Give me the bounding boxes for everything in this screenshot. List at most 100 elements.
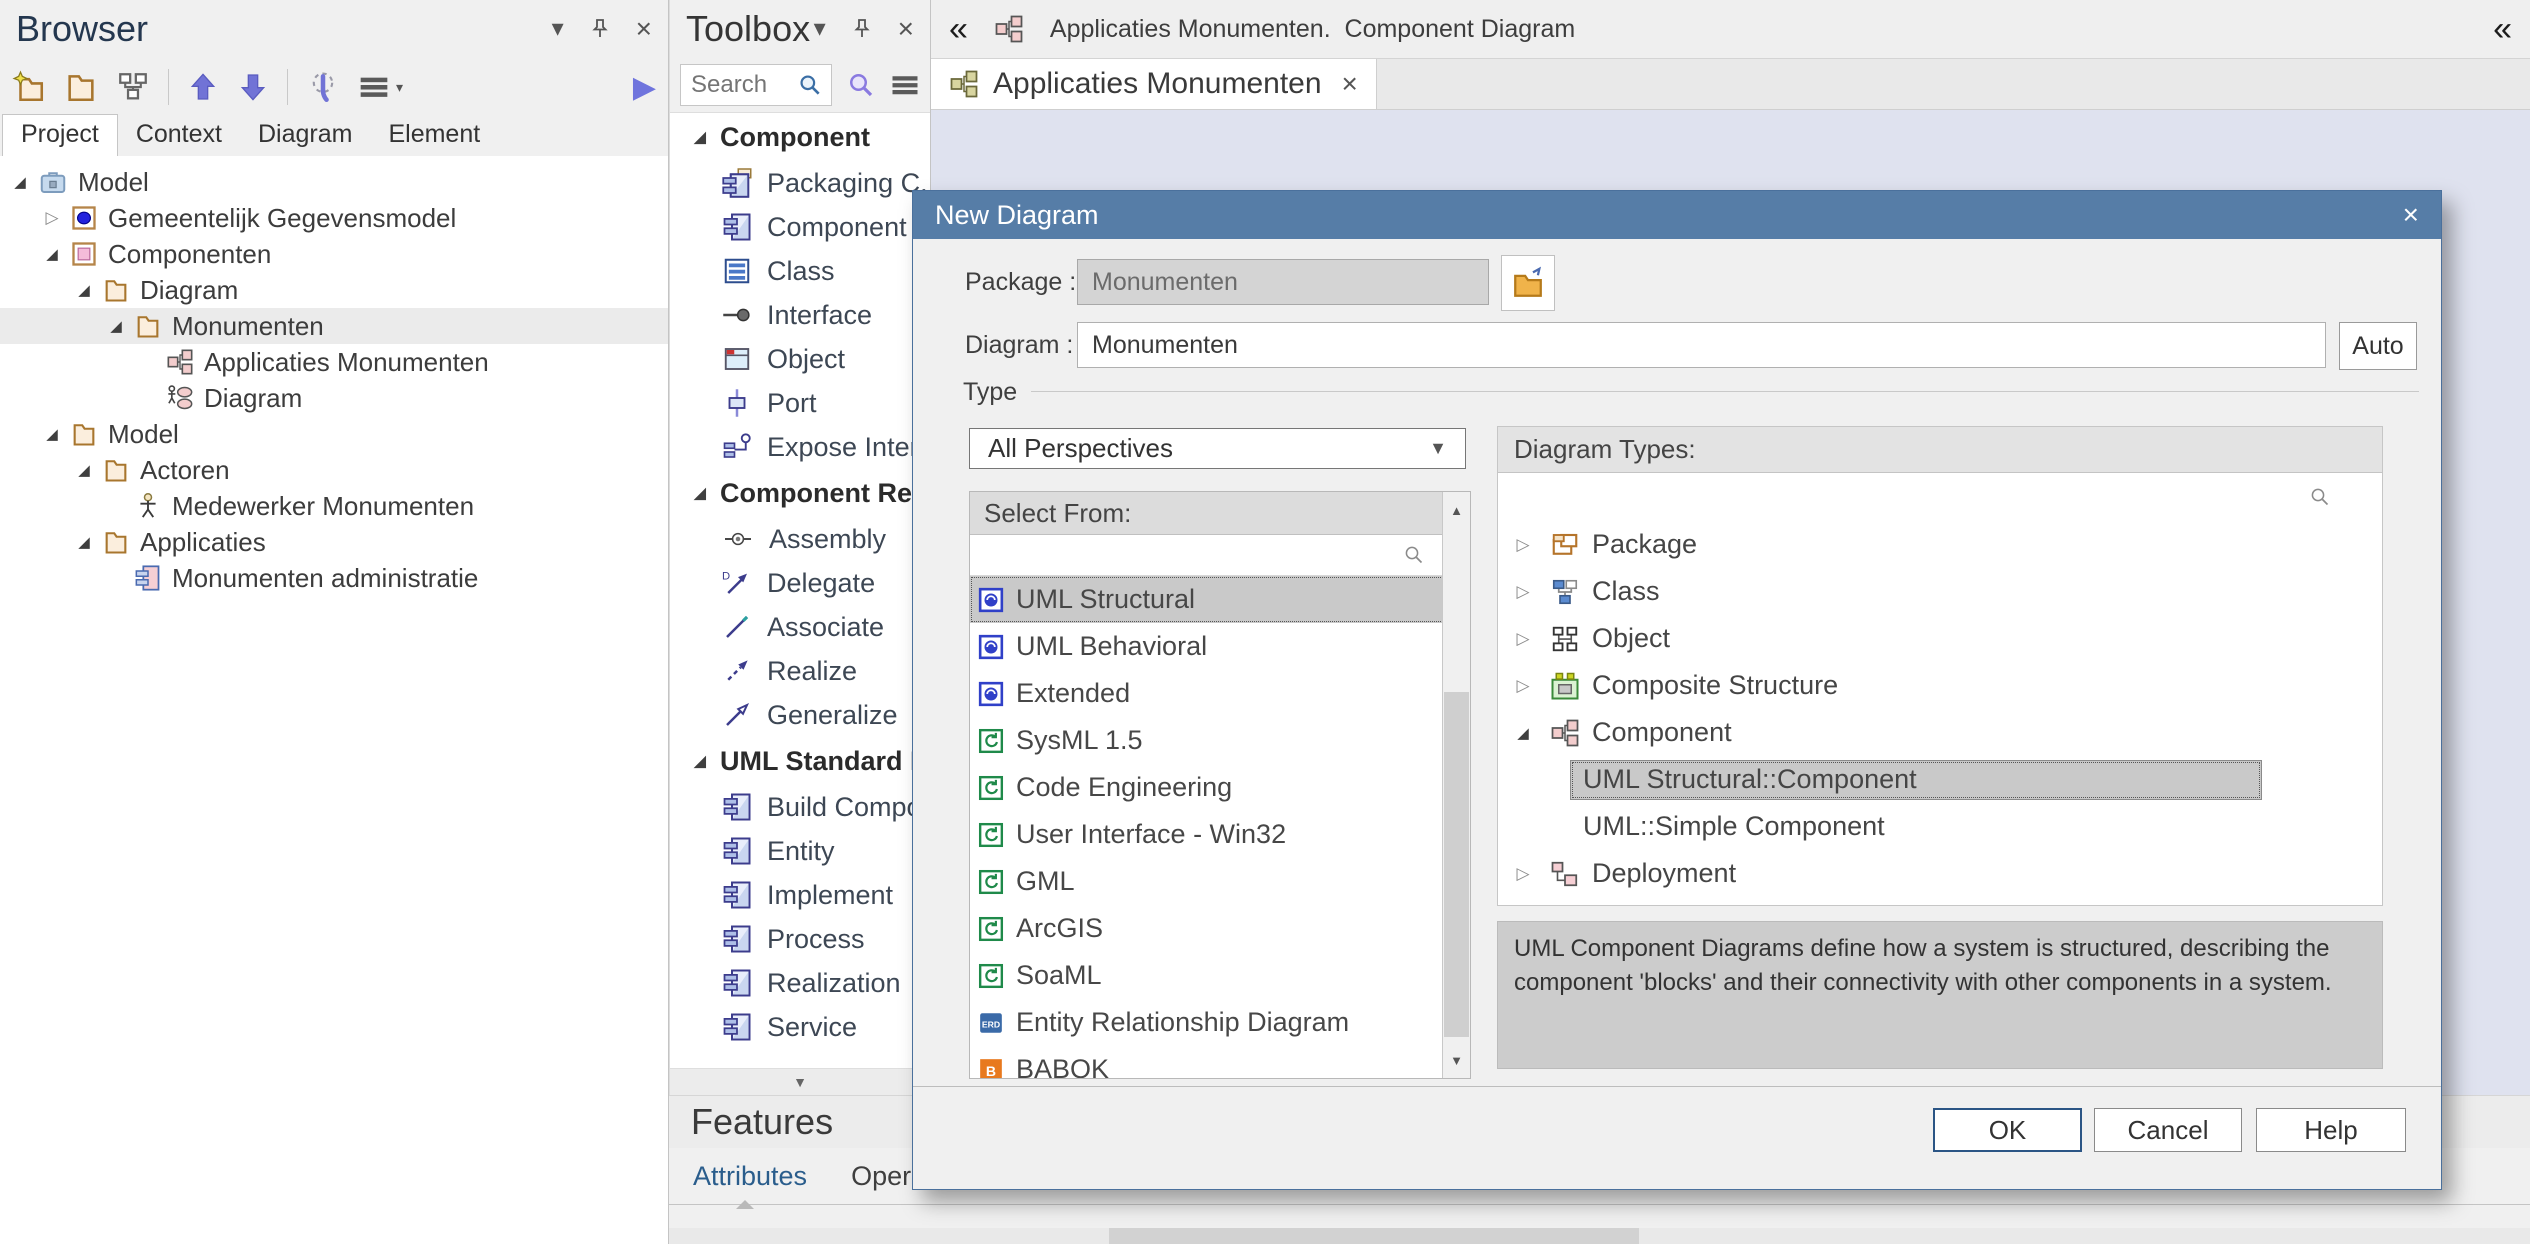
- collapse-icon[interactable]: ▷: [1508, 582, 1538, 602]
- perspective-select[interactable]: All Perspectives ▼: [969, 428, 1466, 469]
- perspective-item-code-engineering[interactable]: Code Engineering: [970, 764, 1470, 811]
- toolbox-item-interface[interactable]: Interface: [670, 293, 930, 337]
- toolbox-scroll-down[interactable]: ▼: [670, 1068, 930, 1095]
- toolbox-search-input[interactable]: [689, 70, 797, 100]
- browser-dropdown-icon[interactable]: ▾: [552, 17, 564, 41]
- auto-button[interactable]: Auto: [2339, 322, 2417, 370]
- toolbox-item-realize[interactable]: Realize: [670, 649, 930, 693]
- browser-tab-element[interactable]: Element: [370, 115, 498, 156]
- toolbox-section-component[interactable]: ◢ Component: [670, 113, 930, 161]
- move-up-icon[interactable]: [187, 71, 219, 103]
- diagram-type-class[interactable]: ▷ Class: [1498, 568, 2382, 615]
- toolbox-section-component-relations[interactable]: ◢ Component Relations: [670, 469, 930, 517]
- toolbox-item-entity[interactable]: Entity: [670, 829, 930, 873]
- expand-icon[interactable]: ◢: [1508, 724, 1538, 742]
- toolbox-pin-icon[interactable]: [850, 17, 874, 41]
- tree-node-monumenten[interactable]: ◢ Monumenten: [0, 308, 668, 344]
- toolbox-item-assembly[interactable]: Assembly: [670, 517, 930, 561]
- collapse-icon[interactable]: ▷: [1508, 629, 1538, 649]
- tree-node-model-root[interactable]: ◢ Model: [0, 164, 668, 200]
- tree-node-diagram-package[interactable]: ◢ Diagram: [0, 272, 668, 308]
- new-diagram-icon[interactable]: [116, 70, 150, 104]
- diagram-type-uml-simple-component[interactable]: UML::Simple Component: [1498, 803, 2382, 850]
- perspective-item-gml[interactable]: GML: [970, 858, 1470, 905]
- chevron-left-icon-right[interactable]: «: [2493, 12, 2512, 46]
- expand-icon[interactable]: ◢: [102, 317, 130, 335]
- scroll-up-icon[interactable]: ▲: [1443, 492, 1470, 528]
- toolbox-item-process[interactable]: Process: [670, 917, 930, 961]
- vertical-scrollbar[interactable]: ▲ ▼: [1442, 492, 1470, 1078]
- toolbox-menu-icon[interactable]: [890, 70, 920, 100]
- hamburger-menu-button[interactable]: ▾: [358, 71, 403, 103]
- diagram-type-uml-structural-component[interactable]: UML Structural::Component: [1498, 756, 2382, 803]
- tree-node-applicaties-monumenten[interactable]: Applicaties Monumenten: [0, 344, 668, 380]
- toolbox-item-delegate[interactable]: Delegate: [670, 561, 930, 605]
- tab-close-icon[interactable]: ×: [1342, 68, 1358, 100]
- toolbox-item-service[interactable]: Service: [670, 1005, 930, 1049]
- diagram-type-package[interactable]: ▷ Package: [1498, 521, 2382, 568]
- expand-icon[interactable]: ◢: [38, 245, 66, 263]
- dialog-close-icon[interactable]: ×: [2403, 199, 2419, 231]
- tree-node-monumenten-administratie[interactable]: Monumenten administratie: [0, 560, 668, 596]
- expand-icon[interactable]: ◢: [70, 461, 98, 479]
- collapse-panel-icon[interactable]: ▶: [633, 70, 656, 105]
- chevron-left-icon[interactable]: «: [949, 12, 968, 46]
- perspective-item-arcgis[interactable]: ArcGIS: [970, 905, 1470, 952]
- tree-node-medewerker[interactable]: Medewerker Monumenten: [0, 488, 668, 524]
- tree-node-componenten[interactable]: ◢ Componenten: [0, 236, 668, 272]
- expand-icon[interactable]: ◢: [70, 533, 98, 551]
- new-package-icon[interactable]: [12, 70, 46, 104]
- tab-applicaties-monumenten[interactable]: Applicaties Monumenten ×: [931, 59, 1377, 109]
- toolbox-item-associate[interactable]: Associate: [670, 605, 930, 649]
- horizontal-scrollbar[interactable]: [669, 1228, 2530, 1244]
- cancel-button[interactable]: Cancel: [2094, 1108, 2242, 1152]
- expand-icon[interactable]: ◢: [38, 425, 66, 443]
- tree-node-diagram[interactable]: Diagram: [0, 380, 668, 416]
- tree-node-applicaties[interactable]: ◢ Applicaties: [0, 524, 668, 560]
- find-toolbox-item-icon[interactable]: [846, 70, 876, 100]
- expand-icon[interactable]: ◢: [70, 281, 98, 299]
- tree-node-gegevensmodel[interactable]: ▷ Gemeentelijk Gegevensmodel: [0, 200, 668, 236]
- folder-icon[interactable]: [64, 70, 98, 104]
- collapse-icon[interactable]: ▷: [1508, 864, 1538, 884]
- collapse-icon[interactable]: ▷: [1508, 676, 1538, 696]
- move-down-icon[interactable]: [237, 71, 269, 103]
- perspective-item-babok[interactable]: BABOK: [970, 1046, 1470, 1078]
- select-from-search[interactable]: [970, 535, 1470, 576]
- toolbox-item-realization[interactable]: Realization: [670, 961, 930, 1005]
- tree-node-model-package[interactable]: ◢ Model: [0, 416, 668, 452]
- toolbox-item-component[interactable]: Component: [670, 205, 930, 249]
- perspective-item-extended[interactable]: Extended: [970, 670, 1470, 717]
- perspective-item-user-interface-win32[interactable]: User Interface - Win32: [970, 811, 1470, 858]
- toolbox-item-object[interactable]: Object: [670, 337, 930, 381]
- select-package-button[interactable]: [1501, 255, 1555, 311]
- toolbox-item-port[interactable]: Port: [670, 381, 930, 425]
- scroll-down-icon[interactable]: ▼: [1443, 1042, 1470, 1078]
- diagram-name-field[interactable]: [1077, 322, 2326, 368]
- toolbox-item-class[interactable]: Class: [670, 249, 930, 293]
- toolbox-item-expose-interface[interactable]: Expose Interf...: [670, 425, 930, 469]
- browser-tab-context[interactable]: Context: [118, 115, 240, 156]
- toolbox-item-build-component[interactable]: Build Compo...: [670, 785, 930, 829]
- perspective-item-sysml[interactable]: SysML 1.5: [970, 717, 1470, 764]
- browser-tab-diagram[interactable]: Diagram: [240, 115, 370, 156]
- toolbox-item-generalize[interactable]: Generalize: [670, 693, 930, 737]
- toolbox-section-uml-standard-profile[interactable]: ◢ UML Standard Profile: [670, 737, 930, 785]
- diagram-type-composite-structure[interactable]: ▷ Composite Structure: [1498, 662, 2382, 709]
- collapse-icon[interactable]: ▷: [38, 208, 66, 228]
- scrollbar-thumb[interactable]: [1109, 1228, 1639, 1244]
- diagram-type-deployment[interactable]: ▷ Deployment: [1498, 850, 2382, 897]
- diagram-type-component[interactable]: ◢ Component: [1498, 709, 2382, 756]
- perspective-item-erd[interactable]: Entity Relationship Diagram: [970, 999, 1470, 1046]
- browser-close-icon[interactable]: ×: [636, 15, 652, 43]
- help-button[interactable]: Help: [2256, 1108, 2406, 1152]
- browser-pin-icon[interactable]: [588, 17, 612, 41]
- features-tab-attributes[interactable]: Attributes: [693, 1161, 807, 1209]
- toolbox-search-box[interactable]: [680, 64, 832, 106]
- diagram-types-search[interactable]: [1498, 473, 2382, 521]
- ok-button[interactable]: OK: [1933, 1108, 2082, 1152]
- perspective-item-uml-behavioral[interactable]: UML Behavioral: [970, 623, 1470, 670]
- tree-node-actoren[interactable]: ◢ Actoren: [0, 452, 668, 488]
- toolbox-item-packaging-component[interactable]: Packaging C...: [670, 161, 930, 205]
- toolbox-dropdown-icon[interactable]: ▾: [814, 17, 826, 41]
